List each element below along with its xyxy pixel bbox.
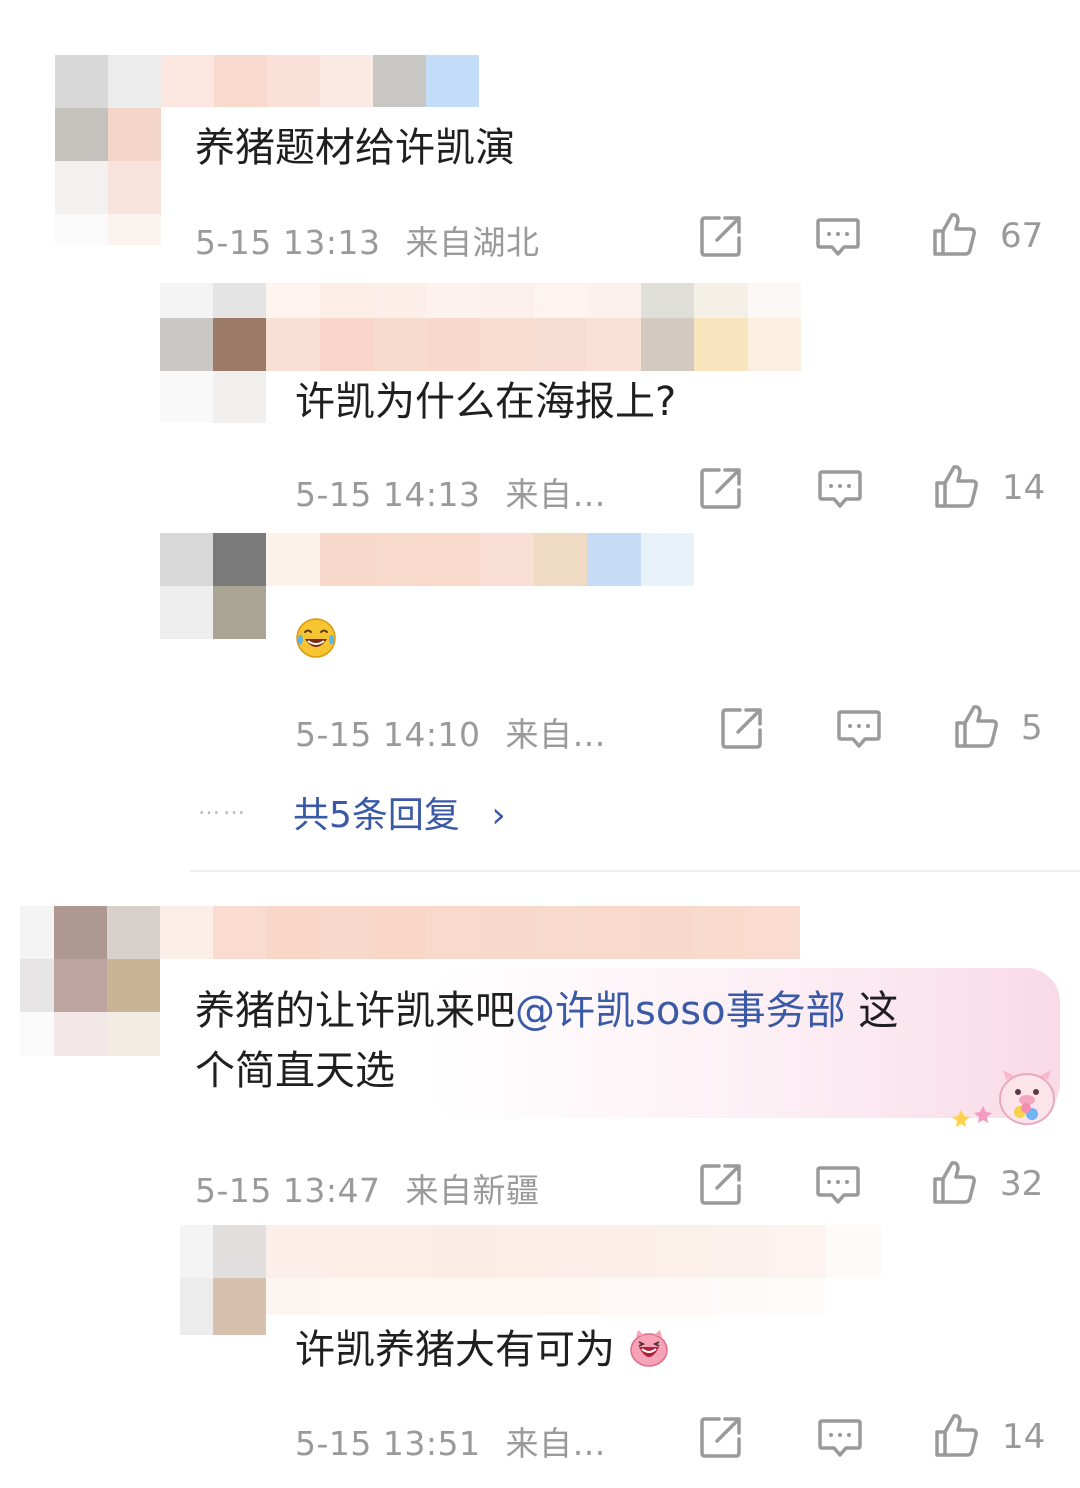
like-count: 14	[1002, 468, 1046, 508]
avatar[interactable]	[180, 1225, 266, 1335]
comment-text-line2: 个简直天选	[195, 1048, 395, 1094]
comment-location: 来自新疆	[405, 1171, 540, 1210]
comment-icon[interactable]	[816, 1413, 864, 1461]
avatar[interactable]	[20, 906, 160, 1056]
mention-link[interactable]: @许凯soso事务部	[515, 988, 846, 1034]
reply-location: 来自…	[505, 715, 606, 754]
comment-icon[interactable]	[816, 464, 864, 512]
thumbs-up-icon[interactable]	[932, 462, 980, 510]
avatar[interactable]	[160, 283, 266, 423]
comment-icon[interactable]	[835, 704, 883, 752]
username-blurred[interactable]	[266, 533, 694, 586]
share-icon[interactable]	[697, 1160, 745, 1208]
more-replies-dots: ……	[198, 795, 248, 820]
reply-time: 5-15 14:13	[295, 475, 481, 514]
thumbs-up-icon[interactable]	[930, 210, 978, 258]
chevron-right-icon: ›	[491, 795, 506, 836]
share-icon[interactable]	[697, 1413, 745, 1461]
comment-location: 来自湖北	[405, 223, 540, 262]
reply-text: 许凯为什么在海报上?	[295, 379, 677, 425]
reply-location: 来自…	[505, 475, 606, 514]
like-count: 5	[1021, 708, 1043, 748]
more-replies-label: 共5条回复	[293, 795, 460, 836]
more-replies-link[interactable]: 共5条回复 ›	[293, 786, 506, 838]
comment-time: 5-15 13:13	[195, 223, 381, 262]
thumbs-up-icon[interactable]	[930, 1158, 978, 1206]
username-blurred[interactable]	[266, 283, 801, 371]
reply-text: 许凯养猪大有可为	[295, 1327, 615, 1373]
comment-icon[interactable]	[814, 1160, 862, 1208]
reply-time: 5-15 13:51	[295, 1424, 481, 1463]
pig-laugh-emoji-icon	[628, 1327, 670, 1369]
thumbs-up-icon[interactable]	[952, 702, 1000, 750]
comment-text: 养猪的让许凯来吧	[195, 988, 515, 1034]
like-count: 32	[1000, 1164, 1044, 1204]
share-icon[interactable]	[718, 704, 766, 752]
thumbs-up-icon[interactable]	[932, 1411, 980, 1459]
pig-sticker-icon	[948, 1062, 1058, 1132]
comment-text-tail: 这	[845, 988, 899, 1034]
username-blurred[interactable]	[161, 55, 481, 107]
comment-text: 养猪题材给许凯演	[195, 125, 515, 171]
share-icon[interactable]	[697, 212, 745, 260]
reply-location: 来自…	[505, 1424, 606, 1463]
comment-icon[interactable]	[814, 212, 862, 260]
avatar[interactable]	[160, 533, 266, 639]
reply-time: 5-15 14:10	[295, 715, 481, 754]
comment-time: 5-15 13:47	[195, 1171, 381, 1210]
username-blurred[interactable]	[266, 1225, 881, 1315]
username-blurred[interactable]	[160, 906, 800, 959]
laughing-emoji-icon	[295, 617, 337, 659]
like-count: 14	[1002, 1417, 1046, 1457]
like-count: 67	[1000, 216, 1044, 256]
avatar[interactable]	[55, 55, 161, 245]
comment-divider	[190, 870, 1080, 872]
share-icon[interactable]	[697, 464, 745, 512]
